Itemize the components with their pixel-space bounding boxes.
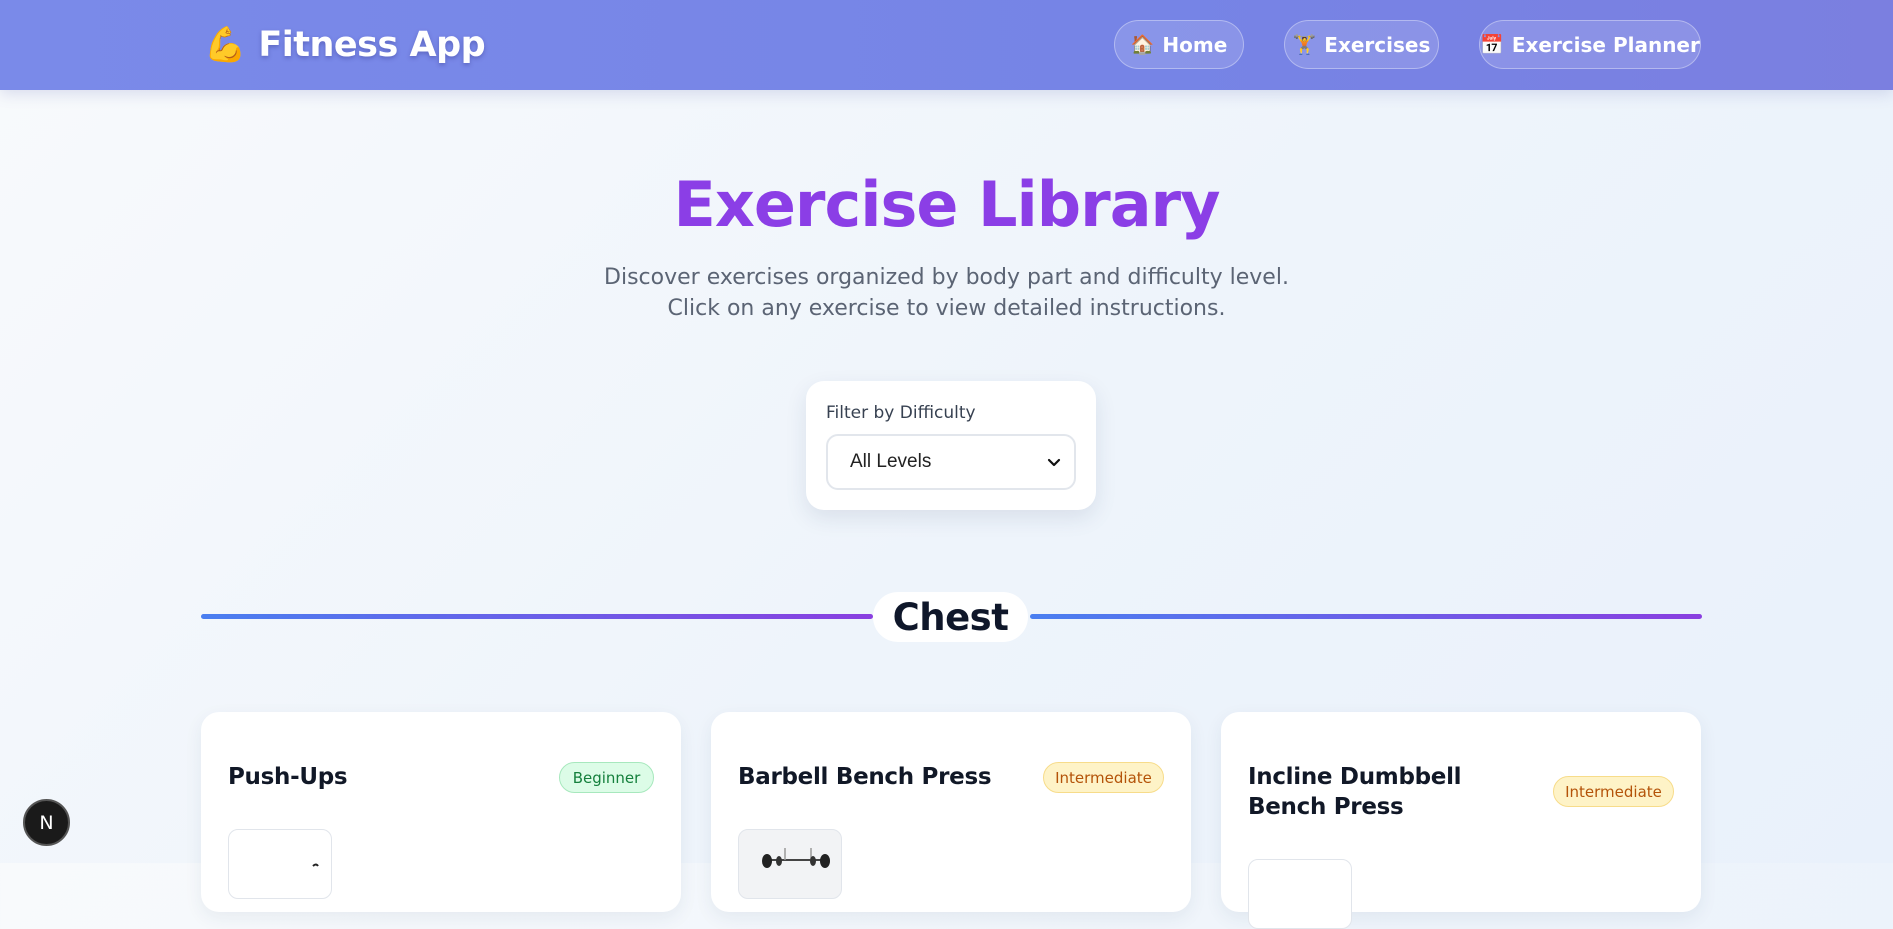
difficulty-badge: Beginner	[559, 762, 654, 793]
exercise-card[interactable]: Barbell Bench Press Intermediate	[711, 712, 1191, 912]
weightlifter-icon: 🏋	[1292, 34, 1317, 56]
nav-exercise-planner-label: Exercise Planner	[1511, 32, 1700, 57]
exercise-card[interactable]: Incline Dumbbell Bench Press Intermediat…	[1221, 712, 1701, 929]
section-divider-left	[201, 614, 873, 619]
page-subtitle: Discover exercises organized by body par…	[0, 262, 1893, 324]
house-icon: 🏠	[1130, 34, 1155, 56]
section-title-chest: Chest	[873, 592, 1028, 642]
exercise-thumbnail	[738, 829, 842, 899]
exercise-name: Push-Ups	[228, 764, 348, 790]
difficulty-select[interactable]: All Levels	[826, 434, 1076, 490]
push-up-illustration	[312, 863, 319, 867]
difficulty-badge: Intermediate	[1553, 776, 1674, 807]
exercise-name: Incline Dumbbell Bench Press	[1248, 764, 1462, 820]
brand-name: Fitness App	[258, 25, 486, 65]
flexed-biceps-icon: 💪	[204, 25, 247, 65]
difficulty-filter-label: Filter by Difficulty	[826, 403, 976, 423]
difficulty-badge: Intermediate	[1043, 762, 1164, 793]
exercise-thumbnail	[1248, 859, 1352, 929]
bench-press-illustration	[762, 848, 830, 868]
calendar-icon: 📅	[1480, 34, 1504, 56]
page-title: Exercise Library	[673, 168, 1220, 241]
nav-exercise-planner-button[interactable]: 📅 Exercise Planner	[1479, 20, 1701, 69]
nav-exercises-button[interactable]: 🏋 Exercises	[1284, 20, 1439, 69]
brand-logo[interactable]: 💪 Fitness App	[204, 22, 486, 68]
chevron-down-icon	[1047, 458, 1061, 467]
difficulty-select-value: All Levels	[850, 451, 932, 472]
exercise-thumbnail	[228, 829, 332, 899]
exercise-card[interactable]: Push-Ups Beginner	[201, 712, 681, 912]
exercise-name: Barbell Bench Press	[738, 764, 992, 790]
nextjs-dev-indicator-button[interactable]: N	[23, 799, 70, 846]
nav-exercises-label: Exercises	[1324, 32, 1431, 57]
section-divider-right	[1030, 614, 1702, 619]
nav-home-label: Home	[1162, 32, 1228, 57]
subtitle-line-1: Discover exercises organized by body par…	[604, 265, 1289, 290]
subtitle-line-2: Click on any exercise to view detailed i…	[667, 296, 1226, 321]
top-navbar: 💪 Fitness App 🏠 Home 🏋 Exercises 📅 Exerc…	[0, 0, 1893, 90]
difficulty-filter-card: Filter by Difficulty All Levels	[806, 381, 1096, 510]
nav-home-button[interactable]: 🏠 Home	[1114, 20, 1244, 69]
